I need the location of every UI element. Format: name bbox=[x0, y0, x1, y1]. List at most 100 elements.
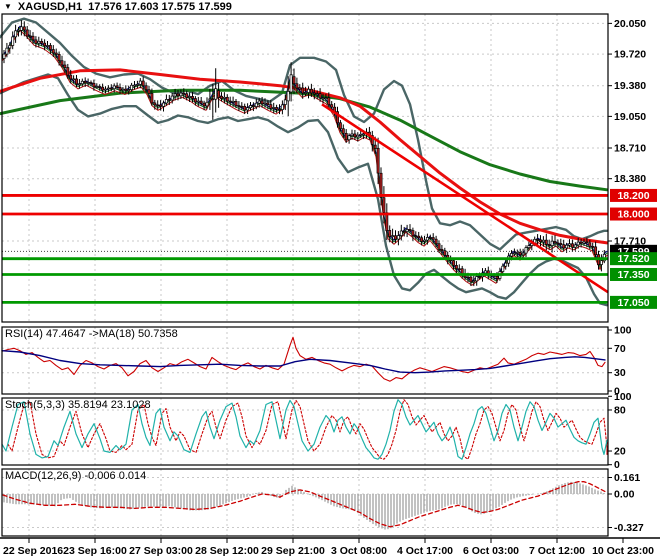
candle-bearish bbox=[437, 243, 441, 250]
candle-bearish bbox=[295, 83, 299, 89]
candle-bearish bbox=[382, 197, 386, 213]
candle-bullish bbox=[14, 30, 18, 38]
candle-bullish bbox=[599, 260, 603, 265]
candle-bearish bbox=[69, 74, 73, 80]
stoch-tick-label: 80 bbox=[614, 404, 626, 416]
candle-bearish bbox=[457, 268, 461, 271]
candle-bearish bbox=[353, 133, 357, 138]
candle-bullish bbox=[298, 87, 302, 90]
candle-bearish bbox=[176, 93, 180, 97]
candle-bullish bbox=[425, 237, 429, 241]
moving-averages bbox=[0, 25, 609, 286]
resistance-price-badge-text: 18.200 bbox=[617, 190, 649, 202]
candles-layer bbox=[2, 20, 606, 287]
candle-bearish bbox=[460, 268, 464, 275]
candle-bearish bbox=[75, 78, 78, 85]
stoch-tick-label: 100 bbox=[614, 391, 632, 403]
candle-bearish bbox=[559, 243, 563, 245]
symbol-dropdown-icon[interactable]: ▼ bbox=[4, 3, 12, 11]
candle-bearish bbox=[547, 244, 551, 246]
candle-bullish bbox=[321, 97, 325, 100]
candle-bullish bbox=[254, 102, 258, 107]
time-axis-label: 28 Sep 12:00 bbox=[195, 545, 259, 557]
candle-bearish bbox=[344, 132, 348, 141]
candle-bearish bbox=[292, 76, 296, 85]
candle-bullish bbox=[112, 85, 116, 90]
candle-bearish bbox=[234, 101, 238, 106]
candle-bearish bbox=[156, 104, 160, 107]
candle-bullish bbox=[222, 96, 226, 99]
candle-bullish bbox=[359, 133, 363, 136]
candle-bearish bbox=[591, 246, 595, 248]
candle-bullish bbox=[541, 239, 545, 243]
candle-bearish bbox=[109, 87, 113, 90]
candle-bullish bbox=[307, 88, 310, 93]
candle-bearish bbox=[466, 276, 470, 279]
candle-bullish bbox=[246, 107, 250, 111]
candle-bearish bbox=[309, 88, 313, 94]
candle-bearish bbox=[402, 230, 406, 233]
candle-bearish bbox=[240, 105, 244, 108]
candle-bearish bbox=[278, 108, 281, 111]
candle-bullish bbox=[231, 100, 235, 103]
candle-bullish bbox=[95, 86, 99, 88]
rsi-tick-label: 100 bbox=[614, 325, 632, 337]
candle-bullish bbox=[263, 102, 267, 105]
candle-bullish bbox=[138, 80, 142, 85]
price-tick-label: 19.050 bbox=[614, 111, 646, 123]
price-tick-label: 20.050 bbox=[614, 18, 646, 30]
candle-bullish bbox=[5, 47, 9, 55]
candle-bullish bbox=[568, 243, 571, 246]
candle-bullish bbox=[72, 78, 76, 81]
candle-bearish bbox=[147, 89, 151, 94]
candle-bearish bbox=[89, 82, 93, 84]
candle-bullish bbox=[582, 241, 586, 244]
candle-bullish bbox=[272, 107, 276, 109]
candle-bullish bbox=[37, 40, 41, 44]
candle-bearish bbox=[167, 99, 171, 101]
candle-bearish bbox=[275, 107, 279, 110]
candle-bullish bbox=[205, 101, 209, 107]
candle-bullish bbox=[483, 270, 487, 274]
rsi-tick-label: 70 bbox=[614, 343, 626, 355]
candle-bearish bbox=[330, 104, 334, 108]
candle-bullish bbox=[80, 80, 84, 85]
candle-bearish bbox=[373, 144, 377, 149]
descending-trendline[interactable] bbox=[321, 103, 609, 294]
candle-bullish bbox=[135, 84, 139, 86]
time-axis-label: 27 Sep 03:00 bbox=[129, 545, 193, 557]
candle-bearish bbox=[83, 80, 87, 84]
candle-bearish bbox=[327, 97, 331, 105]
time-axis-label: 22 Sep 2016 bbox=[3, 545, 63, 557]
candle-bearish bbox=[478, 276, 482, 278]
candle-bearish bbox=[536, 238, 540, 241]
candle-bullish bbox=[127, 89, 131, 91]
candle-bearish bbox=[48, 45, 52, 50]
candle-bearish bbox=[182, 92, 186, 95]
candle-bearish bbox=[220, 95, 223, 99]
candle-bullish bbox=[399, 230, 403, 236]
candle-bearish bbox=[217, 90, 221, 98]
candle-bullish bbox=[362, 133, 366, 136]
candle-bullish bbox=[515, 252, 519, 254]
slow-ma-green bbox=[0, 88, 609, 192]
candle-bullish bbox=[423, 239, 426, 242]
support-price-badge-text: 17.050 bbox=[617, 297, 649, 309]
candle-bullish bbox=[249, 105, 252, 109]
candle-bearish bbox=[60, 60, 64, 66]
candle-bearish bbox=[312, 92, 316, 95]
candle-bearish bbox=[191, 96, 194, 99]
candle-bullish bbox=[565, 244, 569, 249]
candle-bullish bbox=[324, 97, 328, 100]
candle-bullish bbox=[472, 280, 476, 283]
candle-bullish bbox=[289, 74, 293, 93]
candle-bearish bbox=[57, 53, 61, 62]
candle-bullish bbox=[304, 92, 308, 94]
candle-bullish bbox=[19, 26, 23, 31]
candle-bearish bbox=[420, 237, 424, 242]
candle-bearish bbox=[199, 100, 203, 104]
candle-bullish bbox=[77, 83, 81, 86]
macd-tick-label: 0.00 bbox=[614, 489, 635, 501]
candle-bullish bbox=[11, 36, 15, 46]
candle-bearish bbox=[153, 102, 157, 106]
